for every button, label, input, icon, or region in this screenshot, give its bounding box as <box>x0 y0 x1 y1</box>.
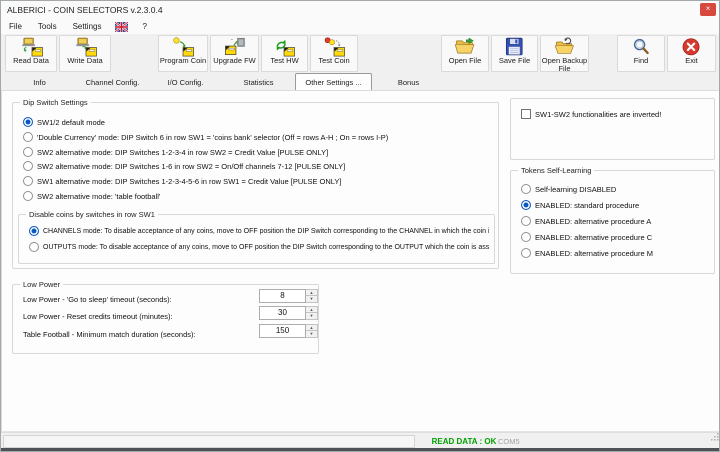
radio-self-learning-disabled[interactable]: Self-learning DISABLED <box>521 183 709 195</box>
window-title: ALBERICI - COIN SELECTORS v.2.3.0.4 <box>7 1 163 19</box>
resize-grip[interactable] <box>710 428 719 446</box>
radio-dot <box>521 216 531 226</box>
group-title: Tokens Self-Learning <box>518 165 594 176</box>
save-file-button[interactable]: Save File <box>491 35 538 72</box>
group-low-power: Low Power Low Power - 'Go to sleep' time… <box>12 284 319 354</box>
radio-dot <box>29 226 39 236</box>
status-progress-panel <box>3 435 415 448</box>
tab-page-other-settings: Dip Switch Settings SW1/2 default mode '… <box>1 90 720 432</box>
upgrade-fw-button[interactable]: Upgrade FW <box>210 35 259 72</box>
open-file-icon <box>454 37 477 57</box>
group-title: Dip Switch Settings <box>20 97 91 108</box>
reset-credits-spinner[interactable]: 30 ▲▼ <box>259 306 318 320</box>
radio-double-currency-mode[interactable]: 'Double Currency' mode: DIP Switch 6 in … <box>23 131 493 143</box>
group-dip-switch-settings: Dip Switch Settings SW1/2 default mode '… <box>12 102 499 269</box>
radio-dot <box>23 147 33 157</box>
save-file-icon <box>503 37 526 57</box>
spinner-buttons: ▲▼ <box>306 289 318 303</box>
exit-icon <box>680 37 703 57</box>
write-data-icon <box>74 37 97 57</box>
spinner-buttons: ▲▼ <box>306 324 318 338</box>
menubar: File Tools Settings ? <box>1 19 719 34</box>
menu-help[interactable]: ? <box>134 19 154 34</box>
group-tokens-self-learning: Tokens Self-Learning Self-learning DISAB… <box>510 170 715 274</box>
panel-sw-invert: SW1-SW2 functionalities are inverted! <box>510 98 715 160</box>
test-coin-icon <box>323 37 346 57</box>
uk-flag-icon <box>115 22 128 32</box>
group-title: Disable coins by switches in row SW1 <box>26 209 158 220</box>
find-icon <box>630 37 653 57</box>
open-file-button[interactable]: Open File <box>441 35 489 72</box>
tab-bonus[interactable]: Bonus <box>372 75 445 90</box>
radio-dot <box>29 242 39 252</box>
read-data-button[interactable]: Read Data <box>5 35 57 72</box>
radio-sw2-alt-credit-value[interactable]: SW2 alternative mode: DIP Switches 1-2-3… <box>23 146 493 158</box>
spinner-down-button[interactable]: ▼ <box>306 331 318 338</box>
write-data-button[interactable]: Write Data <box>59 35 111 72</box>
program-coin-icon <box>172 37 195 57</box>
radio-enabled-alt-c[interactable]: ENABLED: alternative procedure C <box>521 231 709 243</box>
test-hw-icon <box>273 37 296 57</box>
match-duration-spinner[interactable]: 150 ▲▼ <box>259 324 318 338</box>
titlebar: ALBERICI - COIN SELECTORS v.2.3.0.4 × <box>1 1 719 19</box>
spinner-up-button[interactable]: ▲ <box>306 306 318 313</box>
radio-dot <box>23 191 33 201</box>
open-backup-file-icon <box>553 37 576 57</box>
radio-sw2-alt-table-football[interactable]: SW2 alternative mode: 'table football' <box>23 190 493 202</box>
tab-io-config[interactable]: I/O Config. <box>149 75 222 90</box>
menu-file[interactable]: File <box>1 19 30 34</box>
radio-dot <box>23 176 33 186</box>
read-data-icon <box>20 37 43 57</box>
spinner-down-button[interactable]: ▼ <box>306 313 318 320</box>
checkbox-sw1-sw2-inverted[interactable]: SW1-SW2 functionalities are inverted! <box>521 108 709 120</box>
table-football-duration-row: Table Football - Minimum match duration … <box>23 324 310 338</box>
test-hw-button[interactable]: Test HW <box>261 35 308 72</box>
radio-channels-mode[interactable]: CHANNELS mode: To disable acceptance of … <box>29 225 489 237</box>
radio-enabled-standard[interactable]: ENABLED: standard procedure <box>521 199 709 211</box>
exit-button[interactable]: Exit <box>667 35 716 72</box>
radio-sw12-default-mode[interactable]: SW1/2 default mode <box>23 116 493 128</box>
radio-dot <box>23 117 33 127</box>
menu-tools[interactable]: Tools <box>30 19 65 34</box>
spinner-down-button[interactable]: ▼ <box>306 296 318 303</box>
toolbar: Read Data Write Data <box>1 34 719 75</box>
sleep-timeout-spinner[interactable]: 8 ▲▼ <box>259 289 318 303</box>
spinner-buttons: ▲▼ <box>306 306 318 320</box>
tab-info[interactable]: Info <box>3 75 76 90</box>
radio-sw1-alt-credit-value[interactable]: SW1 alternative mode: DIP Switches 1-2-3… <box>23 175 493 187</box>
tab-statistics[interactable]: Statistics <box>222 75 295 90</box>
low-power-sleep-row: Low Power - 'Go to sleep' timeout (secon… <box>23 289 310 303</box>
low-power-reset-row: Low Power - Reset credits timeout (minut… <box>23 306 310 320</box>
tab-other-settings[interactable]: Other Settings ... <box>295 73 372 90</box>
radio-dot <box>23 161 33 171</box>
radio-enabled-alt-m[interactable]: ENABLED: alternative procedure M <box>521 247 709 259</box>
open-backup-file-button[interactable]: Open Backup File <box>540 35 589 72</box>
menu-settings[interactable]: Settings <box>65 19 110 34</box>
tab-channel-config[interactable]: Channel Config. <box>76 75 149 90</box>
radio-dot <box>521 184 531 194</box>
upgrade-fw-icon <box>223 37 246 57</box>
window-close-button[interactable]: × <box>700 3 716 16</box>
app-window: ALBERICI - COIN SELECTORS v.2.3.0.4 × Fi… <box>0 0 720 452</box>
radio-dot <box>23 132 33 142</box>
window-bottom-edge <box>1 448 719 451</box>
spinner-value[interactable]: 8 <box>259 289 306 303</box>
radio-dot <box>521 248 531 258</box>
spinner-value[interactable]: 150 <box>259 324 306 338</box>
spinner-up-button[interactable]: ▲ <box>306 289 318 296</box>
tabstrip: Info Channel Config. I/O Config. Statist… <box>3 75 445 90</box>
radio-outputs-mode[interactable]: OUTPUTS mode: To disable acceptance of a… <box>29 241 489 253</box>
find-button[interactable]: Find <box>617 35 665 72</box>
test-coin-button[interactable]: Test Coin <box>310 35 358 72</box>
radio-enabled-alt-a[interactable]: ENABLED: alternative procedure A <box>521 215 709 227</box>
radio-sw2-alt-onoff-channels[interactable]: SW2 alternative mode: DIP Switches 1-6 i… <box>23 160 493 172</box>
spinner-up-button[interactable]: ▲ <box>306 324 318 331</box>
radio-dot <box>521 200 531 210</box>
radio-dot <box>521 232 531 242</box>
language-flag-button[interactable] <box>109 22 134 32</box>
checkbox-box <box>521 109 531 119</box>
spinner-value[interactable]: 30 <box>259 306 306 320</box>
program-coin-button[interactable]: Program Coin <box>158 35 208 72</box>
group-disable-coins: Disable coins by switches in row SW1 CHA… <box>18 214 495 264</box>
